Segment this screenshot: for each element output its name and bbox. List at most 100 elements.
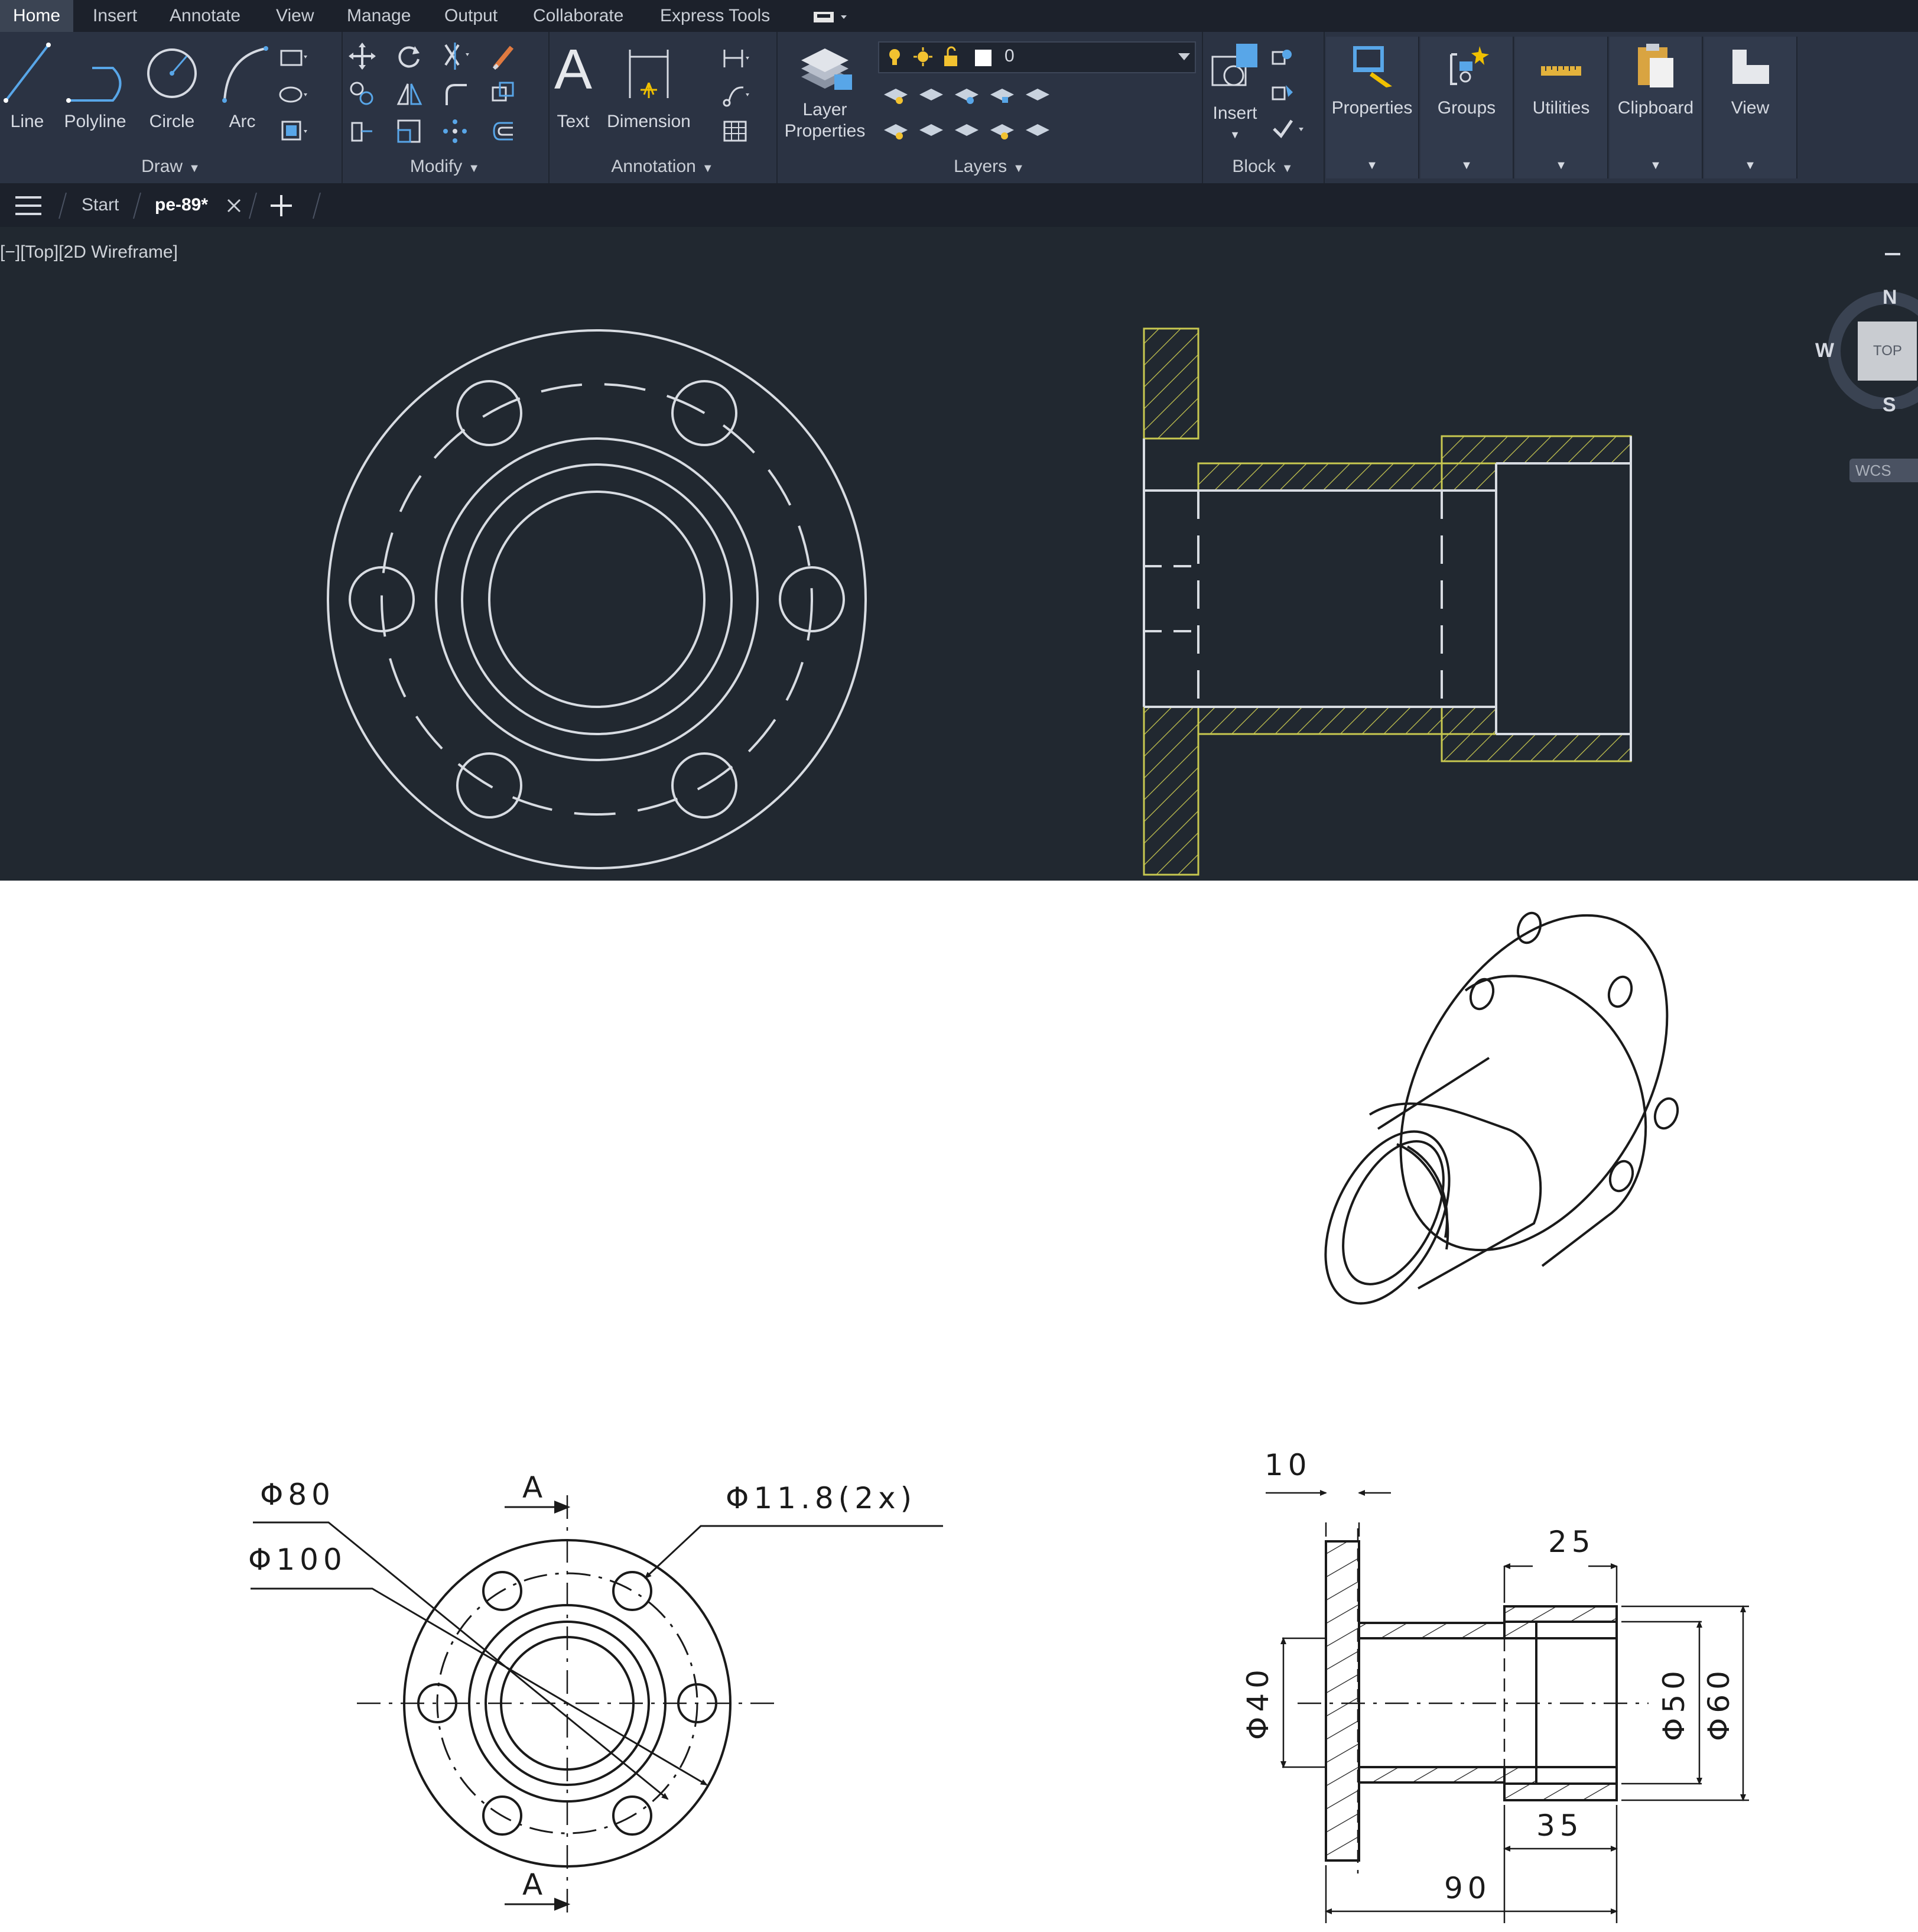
layers-panel: Layer Properties 0 Layers ▼ — [776, 32, 1203, 183]
line-tool[interactable]: Line — [2, 41, 52, 132]
properties-button[interactable]: Properties ▼ — [1326, 37, 1419, 178]
polyline-label: Polyline — [64, 112, 126, 131]
layer-state-icons — [889, 46, 991, 66]
groups-icon — [1450, 46, 1489, 85]
menu-icon[interactable] — [14, 195, 43, 216]
array-icon[interactable] — [489, 79, 519, 109]
wcs-menu[interactable]: WCS — [1849, 459, 1918, 482]
workspace-dropdown-icon[interactable] — [812, 8, 854, 25]
tab-manage[interactable]: Manage — [334, 0, 424, 32]
tab-divider — [249, 192, 257, 219]
layer-dropdown[interactable]: 0 — [878, 41, 1196, 73]
modify-panel-title[interactable]: Modify ▼ — [342, 155, 548, 178]
tab-insert[interactable]: Insert — [80, 0, 150, 32]
properties-caret: ▼ — [1366, 159, 1378, 172]
insert-caret: ▼ — [1230, 129, 1240, 141]
svg-text:A: A — [554, 41, 592, 101]
linear-dimension-icon[interactable] — [721, 44, 750, 73]
section-label-bottom: A — [522, 1868, 547, 1902]
circle-tool[interactable]: Circle — [139, 41, 204, 132]
line-icon — [4, 43, 51, 103]
clipboard-icon — [1638, 44, 1673, 87]
scale-icon[interactable] — [395, 117, 424, 147]
dimension-label: Dimension — [607, 112, 691, 131]
ribbon: Line Polyline Circle Arc Draw ▼ Modify ▼… — [0, 32, 1918, 183]
stretch-icon[interactable] — [347, 117, 377, 147]
block-panel-title[interactable]: Block ▼ — [1202, 155, 1324, 178]
dimension-icon — [629, 50, 669, 98]
drawing-viewport[interactable]: [−][Top][2D Wireframe] N W S TOP WCS — [0, 227, 1918, 881]
tab-output[interactable]: Output — [431, 0, 511, 32]
draw-panel: Line Polyline Circle Arc Draw ▼ — [0, 32, 343, 183]
dimension-tool[interactable]: Dimension — [603, 41, 695, 132]
ribbon-tab-bar: Home Insert Annotate View Manage Output … — [0, 0, 1918, 32]
new-tab-plus-icon[interactable] — [269, 194, 293, 217]
edit-block-icon[interactable] — [1268, 79, 1298, 109]
tab-collaborate[interactable]: Collaborate — [520, 0, 636, 32]
viewcube[interactable]: N W S TOP — [1812, 285, 1918, 416]
create-block-icon[interactable] — [1268, 44, 1298, 73]
circle-label: Circle — [149, 112, 195, 131]
tab-express-tools[interactable]: Express Tools — [647, 0, 783, 32]
viewcube-top-face[interactable]: TOP — [1873, 343, 1902, 359]
mirror-icon[interactable] — [395, 79, 424, 109]
layer-tools-icons[interactable] — [880, 83, 1058, 142]
tab-view[interactable]: View — [263, 0, 327, 32]
draw-panel-title[interactable]: Draw ▼ — [0, 155, 342, 178]
erase-icon[interactable] — [489, 41, 519, 71]
polyline-tool[interactable]: Polyline — [57, 41, 134, 132]
move-icon[interactable] — [347, 41, 377, 71]
hub-outer-circle — [435, 437, 759, 761]
polar-array-icon[interactable] — [441, 117, 470, 147]
insert-block-icon — [1211, 44, 1257, 86]
compass-south: S — [1883, 394, 1896, 416]
tab-home[interactable]: Home — [0, 0, 74, 32]
isometric-view — [1324, 911, 1679, 1305]
layer-properties-button[interactable]: Layer Properties — [784, 41, 866, 142]
view-button[interactable]: View ▼ — [1704, 37, 1797, 178]
insert-label: Insert — [1212, 103, 1257, 123]
line-label: Line — [10, 112, 44, 131]
annotation-panel-title[interactable]: Annotation ▼ — [548, 155, 776, 178]
trim-icon[interactable] — [441, 41, 470, 71]
insert-block-button[interactable]: Insert ▼ — [1207, 39, 1263, 145]
rotate-icon[interactable] — [395, 41, 424, 71]
hatch-icon[interactable] — [278, 117, 307, 147]
leader-icon[interactable] — [721, 80, 750, 110]
section-view — [1143, 327, 1632, 876]
arc-icon — [222, 46, 268, 103]
view-caret: ▼ — [1744, 159, 1756, 172]
block-attributes-icon[interactable] — [1268, 115, 1309, 144]
file-tab-active-drawing[interactable]: pe-89* — [155, 189, 208, 221]
copy-icon[interactable] — [347, 79, 377, 109]
clipboard-button[interactable]: Clipboard ▼ — [1610, 37, 1703, 178]
tab-annotate[interactable]: Annotate — [157, 0, 253, 32]
ellipse-icon[interactable] — [278, 80, 307, 110]
text-tool[interactable]: A Text — [553, 38, 593, 132]
view-icon — [1732, 50, 1769, 84]
dim-d100: Φ100 — [248, 1543, 347, 1577]
groups-button[interactable]: Groups ▼ — [1420, 37, 1514, 178]
minimize-viewport-icon[interactable] — [1883, 251, 1906, 258]
arc-label: Arc — [229, 112, 256, 131]
polyline-icon — [66, 67, 122, 103]
tab-divider — [58, 192, 67, 219]
rectangle-icon[interactable] — [278, 44, 307, 73]
file-tab-start[interactable]: Start — [82, 189, 119, 221]
fillet-icon[interactable] — [441, 79, 470, 109]
offset-icon[interactable] — [489, 117, 519, 147]
close-icon[interactable] — [226, 197, 242, 214]
table-icon[interactable] — [721, 117, 750, 147]
reference-drawing-sheet: Φ80 Φ100 Φ11.8(2x) A A 10 25 Φ40 Φ50 Φ60… — [0, 881, 1918, 1929]
layers-panel-title[interactable]: Layers ▼ — [776, 155, 1202, 178]
modify-panel: Modify ▼ — [342, 32, 550, 183]
iso-bolt-hole — [1516, 911, 1542, 944]
clipboard-caret: ▼ — [1650, 159, 1662, 172]
arc-tool[interactable]: Arc — [213, 41, 272, 132]
flange-outer-circle — [327, 329, 867, 869]
utilities-button[interactable]: Utilities ▼ — [1515, 37, 1608, 178]
iso-bolt-hole — [1607, 975, 1633, 1008]
dim-d80: Φ80 — [260, 1478, 335, 1512]
viewport-drawing — [327, 327, 1632, 876]
compass-west: W — [1815, 339, 1835, 362]
